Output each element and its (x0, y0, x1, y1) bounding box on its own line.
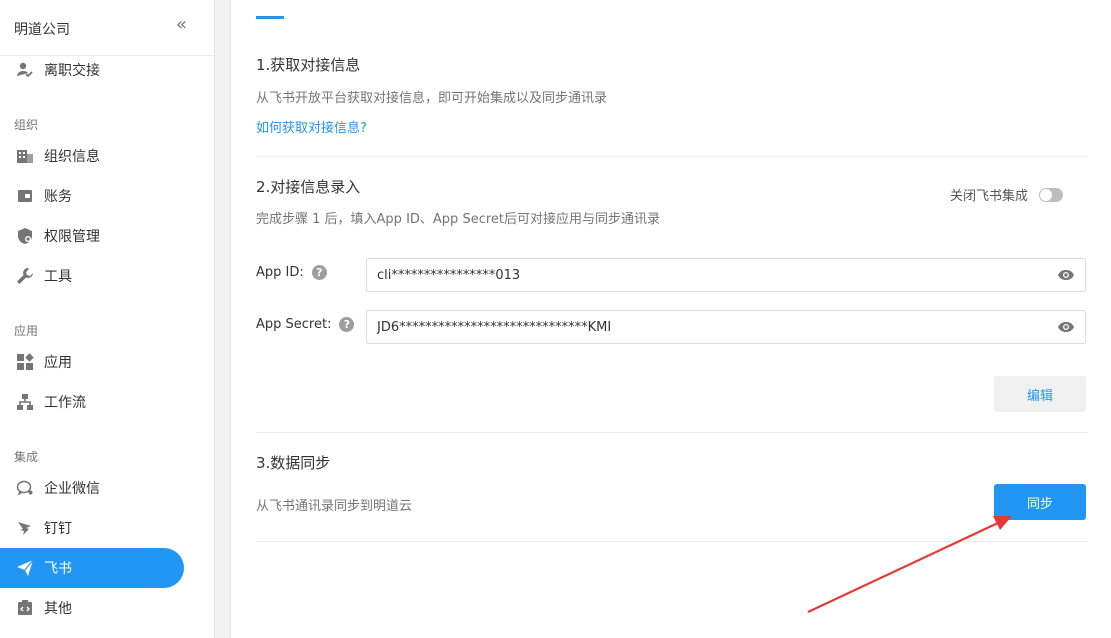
divider (256, 541, 1088, 542)
section-title-input-info: 2.对接信息录入 (256, 178, 361, 196)
feishu-settings-panel: 1.获取对接信息 从飞书开放平台获取对接信息，即可开始集成以及同步通讯录 如何获… (230, 0, 1111, 638)
sidebar-item-workflow[interactable]: 工作流 (0, 382, 184, 422)
app-secret-input[interactable] (366, 310, 1086, 344)
sidebar-item-label: 企业微信 (44, 481, 100, 497)
sidebar-item-other[interactable]: 其他 (0, 588, 184, 628)
sidebar-item-label: 权限管理 (44, 229, 100, 245)
sidebar-item-permission[interactable]: 权限管理 (0, 216, 184, 256)
sidebar-item-tools[interactable]: 工具 (0, 256, 184, 296)
section-desc-get-info: 从飞书开放平台获取对接信息，即可开始集成以及同步通讯录 (256, 91, 608, 106)
sidebar-item-billing[interactable]: 账务 (0, 176, 184, 216)
eye-icon[interactable] (1057, 321, 1075, 333)
app-grid-icon (15, 352, 35, 372)
user-transfer-icon (15, 60, 35, 80)
paper-plane-icon (15, 558, 35, 578)
sidebar: 明道公司 « 离职交接 组织 组织信息 账务 权限管理 工具 应用 应用 工作流… (0, 0, 215, 638)
section-title-data-sync: 3.数据同步 (256, 454, 331, 472)
section-desc-data-sync: 从飞书通讯录同步到明道云 (256, 499, 413, 514)
sidebar-item-wecom[interactable]: 企业微信 (0, 468, 184, 508)
sidebar-header: 明道公司 « (0, 0, 214, 56)
tab-indicator (256, 16, 284, 19)
help-icon[interactable]: ? (339, 317, 355, 332)
section-title-get-info: 1.获取对接信息 (256, 56, 361, 74)
sidebar-item-resign[interactable]: 离职交接 (0, 50, 184, 90)
group-label-org: 组织 (14, 118, 39, 132)
building-icon (15, 146, 35, 166)
collapse-sidebar-icon[interactable]: « (176, 14, 187, 35)
section-desc-input-info: 完成步骤 1 后，填入App ID、App Secret后可对接应用与同步通讯录 (256, 212, 660, 227)
toggle-knob (1040, 189, 1052, 201)
sidebar-item-label: 钉钉 (44, 521, 72, 537)
app-id-label: App ID: (256, 265, 304, 280)
toggle-label: 关闭飞书集成 (950, 189, 1029, 204)
sidebar-item-label: 飞书 (44, 561, 72, 577)
company-name: 明道公司 (14, 22, 70, 38)
code-box-icon (15, 598, 35, 618)
hierarchy-icon (15, 392, 35, 412)
sidebar-item-label: 工具 (44, 269, 72, 285)
sidebar-item-label: 账务 (44, 189, 72, 205)
app-secret-label-row: App Secret: ? (256, 317, 355, 332)
wecom-icon (15, 478, 35, 498)
sidebar-item-label: 其他 (44, 601, 72, 617)
sidebar-item-feishu[interactable]: 飞书 (0, 548, 184, 588)
sidebar-item-label: 组织信息 (44, 149, 100, 165)
sidebar-item-dingtalk[interactable]: 钉钉 (0, 508, 184, 548)
group-label-apps: 应用 (14, 324, 39, 338)
app-secret-label: App Secret: (256, 317, 332, 332)
divider (256, 432, 1088, 433)
app-id-label-row: App ID: ? (256, 265, 327, 280)
edit-button[interactable]: 编辑 (994, 376, 1086, 412)
how-to-get-info-link[interactable]: 如何获取对接信息? (256, 117, 367, 136)
feishu-integration-toggle[interactable] (1039, 188, 1063, 202)
group-label-integration: 集成 (14, 450, 39, 464)
sidebar-item-label: 应用 (44, 355, 72, 371)
wallet-icon (15, 186, 35, 206)
sidebar-item-org-info[interactable]: 组织信息 (0, 136, 184, 176)
wrench-icon (15, 266, 35, 286)
app-id-input[interactable] (366, 258, 1086, 292)
dingtalk-icon (15, 518, 35, 538)
help-icon[interactable]: ? (311, 265, 327, 280)
sidebar-item-label: 工作流 (44, 395, 86, 411)
sidebar-item-label: 离职交接 (44, 63, 100, 79)
sidebar-item-app[interactable]: 应用 (0, 342, 184, 382)
sync-button[interactable]: 同步 (994, 484, 1086, 520)
divider (256, 156, 1088, 157)
eye-icon[interactable] (1057, 269, 1075, 281)
shield-icon (15, 226, 35, 246)
